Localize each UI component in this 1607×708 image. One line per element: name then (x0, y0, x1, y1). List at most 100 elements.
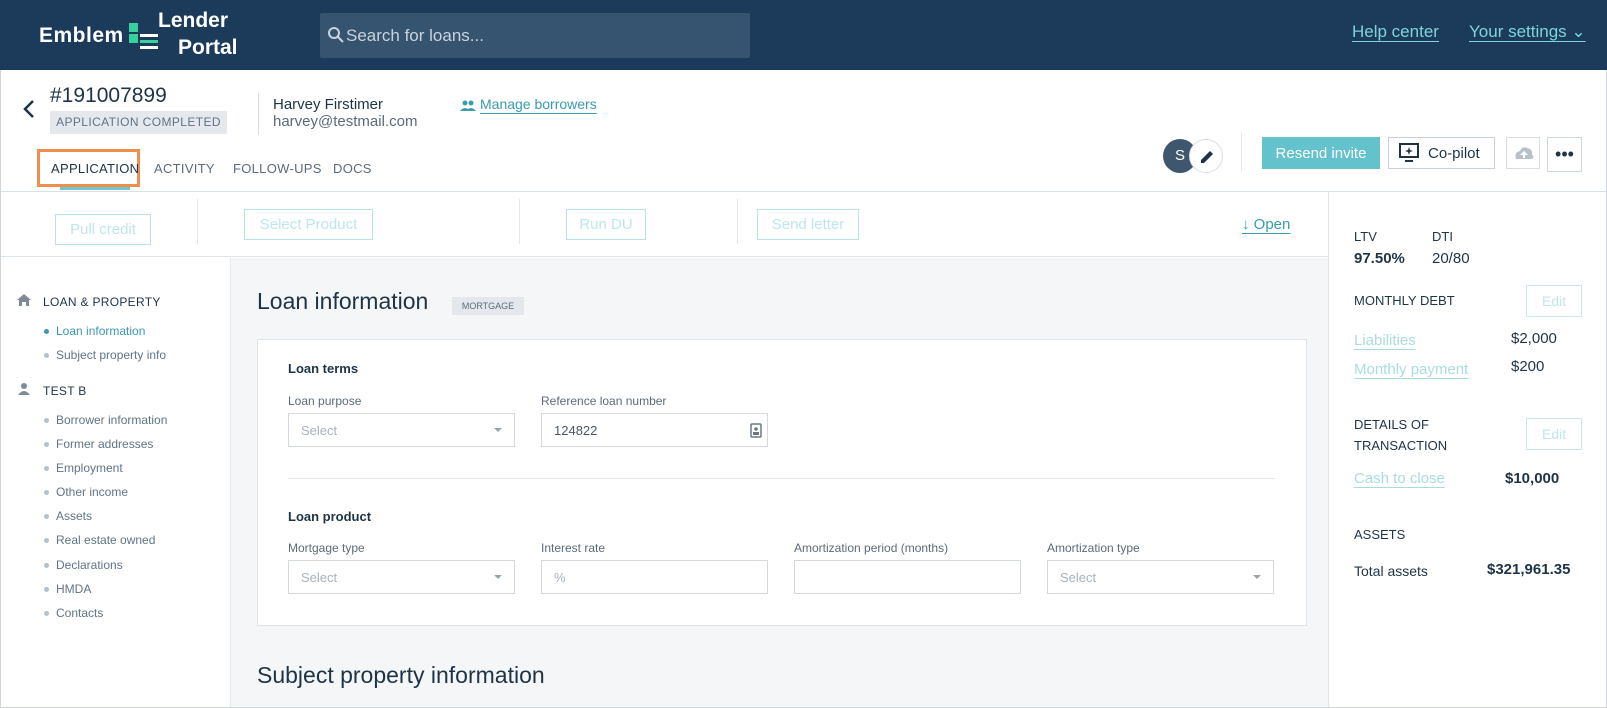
borrower-name: Harvey Firstimer (273, 96, 384, 113)
pencil-icon (1201, 151, 1213, 163)
action-bar (1, 192, 1328, 257)
ltv-label: LTV (1354, 229, 1377, 244)
header-divider (258, 93, 259, 135)
nav-dot (44, 538, 49, 543)
edit-assignee-button[interactable] (1189, 139, 1223, 173)
chevron-down-icon (494, 575, 502, 579)
interest-rate-label: Interest rate (541, 541, 606, 555)
home-icon (17, 294, 31, 306)
sidebar-item-former-addresses[interactable]: Former addresses (56, 437, 153, 451)
more-menu-button[interactable]: ••• (1547, 137, 1582, 172)
loan-purpose-select[interactable]: Select (288, 413, 515, 447)
interest-rate-input[interactable]: % (541, 560, 768, 594)
section-title-subject-property: Subject property information (257, 662, 545, 688)
nav-dot (44, 514, 49, 519)
copilot-monitor-icon (1399, 143, 1419, 162)
nav-dot (44, 329, 49, 334)
id-card-icon (750, 423, 762, 438)
copilot-label: Co-pilot (1428, 145, 1480, 162)
nav-dot (44, 353, 49, 358)
loan-number: #191007899 (50, 84, 167, 107)
amortization-type-label: Amortization type (1047, 541, 1140, 555)
sidebar-item-borrower-information[interactable]: Borrower information (56, 413, 167, 427)
search-input[interactable] (346, 14, 742, 57)
sidebar-item-subject-property[interactable]: Subject property info (56, 348, 166, 362)
dti-value: 20/80 (1432, 250, 1470, 267)
tab-application[interactable]: APPLICATION (51, 161, 139, 176)
tab-active-indicator (60, 187, 130, 190)
ltv-value: 97.50% (1354, 250, 1405, 267)
nav-dot (44, 442, 49, 447)
borrower-email: harvey@testmail.com (273, 113, 418, 130)
upload-button[interactable] (1506, 137, 1540, 169)
run-du-button[interactable]: Run DU (566, 209, 646, 240)
logo-text-lender: Lender (158, 9, 229, 32)
chevron-down-icon (494, 428, 502, 432)
sidebar-section-loan-property[interactable]: LOAN & PROPERTY (43, 295, 161, 309)
nav-dot (44, 418, 49, 423)
copilot-button[interactable]: Co-pilot (1388, 137, 1495, 169)
loan-purpose-label: Loan purpose (288, 394, 362, 408)
chevron-down-icon (1253, 575, 1261, 579)
page-title: Loan information (257, 288, 429, 314)
details-transaction-heading-1: DETAILS OF (1354, 417, 1429, 432)
mortgage-type-select[interactable]: Select (288, 560, 515, 594)
loan-product-title: Loan product (288, 509, 372, 524)
your-settings-menu[interactable]: Your settings ⌄ (1469, 22, 1586, 42)
cash-to-close-link[interactable]: Cash to close (1354, 470, 1445, 487)
sidebar-section-test-b[interactable]: TEST B (43, 384, 87, 398)
pull-credit-button[interactable]: Pull credit (55, 214, 151, 245)
tab-follow-ups[interactable]: FOLLOW-UPS (233, 161, 322, 176)
sidebar-item-loan-information[interactable]: Loan information (56, 324, 145, 338)
open-link[interactable]: ↓ Open (1242, 216, 1290, 233)
liabilities-link[interactable]: Liabilities (1354, 332, 1416, 349)
tab-docs[interactable]: DOCS (333, 161, 372, 176)
sidebar-item-hmda[interactable]: HMDA (56, 582, 91, 596)
sidebar-item-contacts[interactable]: Contacts (56, 606, 103, 620)
assets-heading: ASSETS (1354, 527, 1406, 542)
nav-dot (44, 563, 49, 568)
details-transaction-heading-2: TRANSACTION (1354, 438, 1448, 453)
mortgage-type-label: Mortgage type (288, 541, 365, 555)
sidebar-item-declarations[interactable]: Declarations (56, 558, 123, 572)
logo-text-emblem: Emblem (39, 24, 124, 47)
back-arrow-icon[interactable] (20, 98, 38, 120)
interest-rate-placeholder: % (554, 570, 566, 585)
nav-dot (44, 490, 49, 495)
dti-label: DTI (1432, 229, 1453, 244)
reference-loan-label: Reference loan number (541, 394, 667, 408)
amortization-period-label: Amortization period (months) (794, 541, 949, 555)
resend-invite-button[interactable]: Resend invite (1262, 137, 1380, 169)
sidebar-item-assets[interactable]: Assets (56, 509, 92, 523)
sidebar-item-real-estate-owned[interactable]: Real estate owned (56, 533, 155, 547)
card-divider (288, 478, 1275, 479)
logo-mark-icon (129, 23, 158, 49)
help-center-link[interactable]: Help center (1352, 22, 1439, 42)
action-divider (737, 199, 738, 244)
liabilities-value: $2,000 (1511, 330, 1557, 347)
status-badge: APPLICATION COMPLETED (50, 111, 227, 134)
monthly-payment-link[interactable]: Monthly payment (1354, 361, 1468, 378)
send-letter-button[interactable]: Send letter (757, 209, 859, 240)
mortgage-tag: MORTGAGE (452, 297, 524, 315)
sidebar-item-other-income[interactable]: Other income (56, 485, 128, 499)
reference-loan-input[interactable]: 124822 (541, 413, 768, 447)
amortization-type-value: Select (1060, 570, 1097, 585)
amortization-type-select[interactable]: Select (1047, 560, 1274, 594)
manage-borrowers-link[interactable]: Manage borrowers (460, 96, 597, 112)
sidebar-item-employment[interactable]: Employment (56, 461, 123, 475)
logo-text-portal: Portal (178, 36, 238, 59)
select-product-button[interactable]: Select Product (244, 209, 373, 240)
action-divider (197, 199, 198, 244)
toolbar-divider (1241, 133, 1242, 171)
nav-dot (44, 587, 49, 592)
monthly-debt-heading: MONTHLY DEBT (1354, 293, 1455, 308)
transaction-edit-button[interactable]: Edit (1526, 418, 1582, 450)
search-icon (328, 27, 344, 43)
tab-activity[interactable]: ACTIVITY (154, 161, 215, 176)
nav-dot (44, 611, 49, 616)
person-icon (18, 383, 30, 395)
total-assets-label: Total assets (1354, 563, 1428, 579)
monthly-debt-edit-button[interactable]: Edit (1526, 285, 1582, 317)
amortization-period-input[interactable] (794, 560, 1021, 594)
